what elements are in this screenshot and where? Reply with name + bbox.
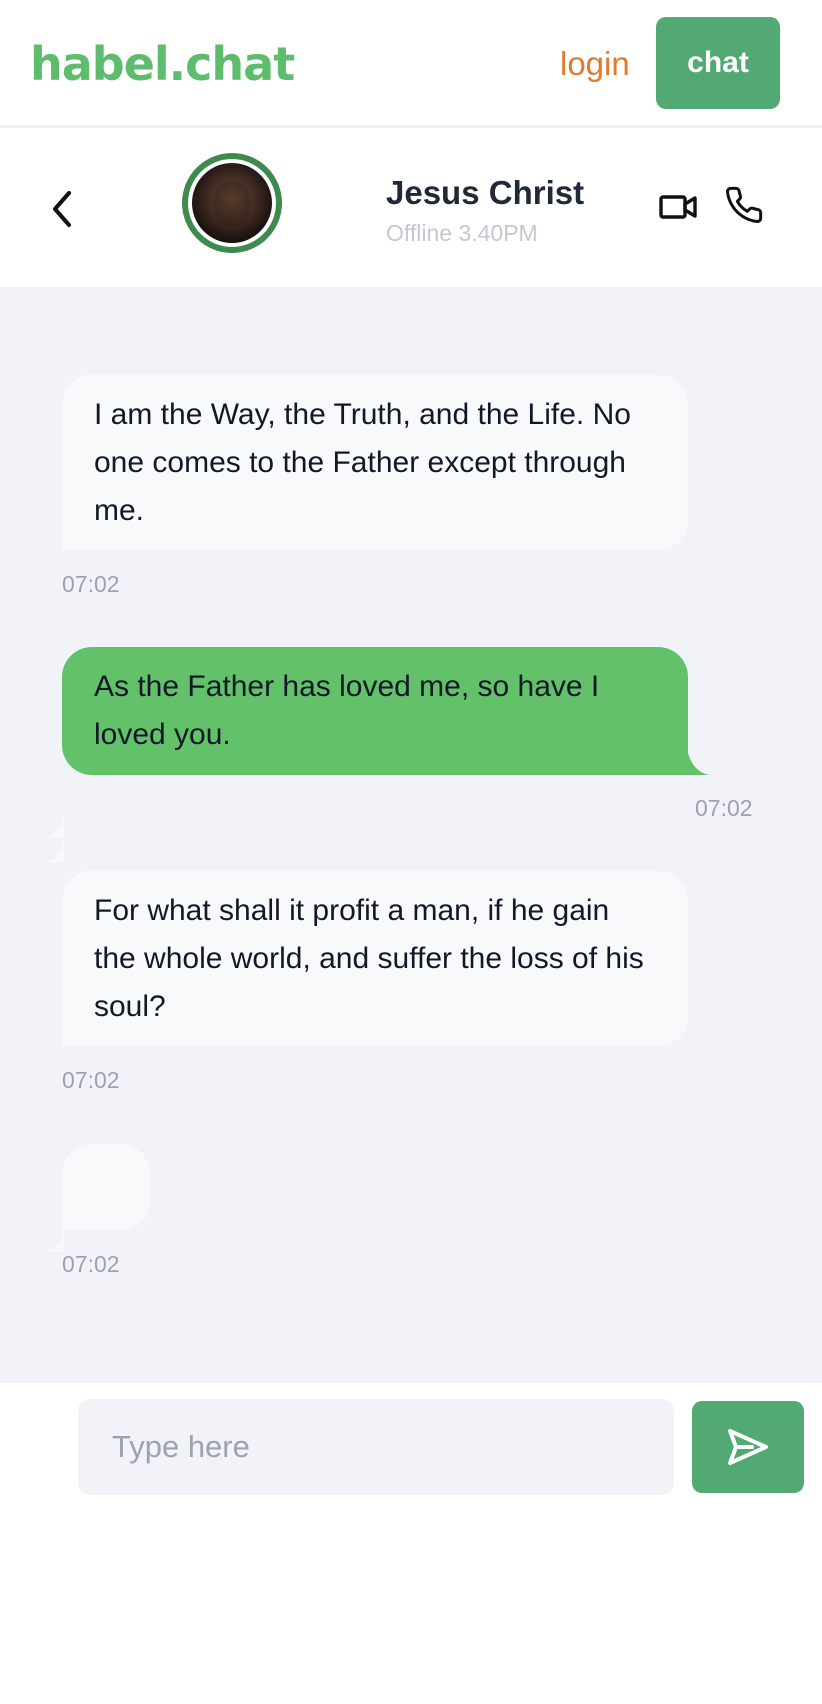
video-call-button[interactable] bbox=[658, 187, 698, 227]
back-button[interactable] bbox=[42, 185, 82, 233]
message-text: I am the Way, the Truth, and the Life. N… bbox=[94, 398, 631, 527]
bubble-tail bbox=[42, 1230, 64, 1252]
voice-call-button[interactable] bbox=[724, 185, 764, 225]
chevron-left-icon bbox=[53, 191, 71, 227]
message-bubble-outgoing[interactable]: As the Father has loved me, so have I lo… bbox=[62, 647, 688, 775]
bubble-tail bbox=[42, 816, 64, 838]
avatar[interactable] bbox=[182, 153, 282, 253]
message-text: For what shall it profit a man, if he ga… bbox=[94, 894, 644, 1023]
message-list[interactable]: I am the Way, the Truth, and the Life. N… bbox=[0, 287, 822, 1383]
chat-button[interactable]: chat bbox=[656, 17, 780, 109]
message-time: 07:02 bbox=[695, 795, 753, 821]
phone-icon bbox=[726, 186, 763, 223]
video-camera-icon bbox=[659, 195, 697, 219]
message-input[interactable] bbox=[78, 1399, 674, 1495]
bubble-tail bbox=[688, 753, 710, 775]
chat-header: Jesus Christ Offline 3.40PM bbox=[0, 131, 822, 287]
avatar-photo bbox=[192, 163, 272, 243]
bubble-tail bbox=[42, 841, 64, 863]
send-button[interactable] bbox=[692, 1401, 804, 1493]
contact-status: Offline 3.40PM bbox=[386, 220, 538, 246]
message-bubble-incoming[interactable] bbox=[62, 1144, 150, 1230]
message-bubble-incoming[interactable]: For what shall it profit a man, if he ga… bbox=[62, 871, 688, 1046]
message-time: 07:02 bbox=[62, 571, 120, 597]
message-time: 07:02 bbox=[62, 1067, 120, 1093]
send-icon bbox=[728, 1429, 768, 1465]
message-text: As the Father has loved me, so have I lo… bbox=[94, 670, 600, 751]
message-composer bbox=[0, 1383, 822, 1704]
top-navbar: habel.chat login chat bbox=[0, 0, 822, 128]
message-time: 07:02 bbox=[62, 1251, 120, 1277]
brand-logo[interactable]: habel.chat bbox=[30, 36, 295, 92]
login-link[interactable]: login bbox=[560, 44, 630, 84]
message-bubble-incoming[interactable]: I am the Way, the Truth, and the Life. N… bbox=[62, 375, 688, 550]
contact-name: Jesus Christ bbox=[386, 174, 585, 211]
